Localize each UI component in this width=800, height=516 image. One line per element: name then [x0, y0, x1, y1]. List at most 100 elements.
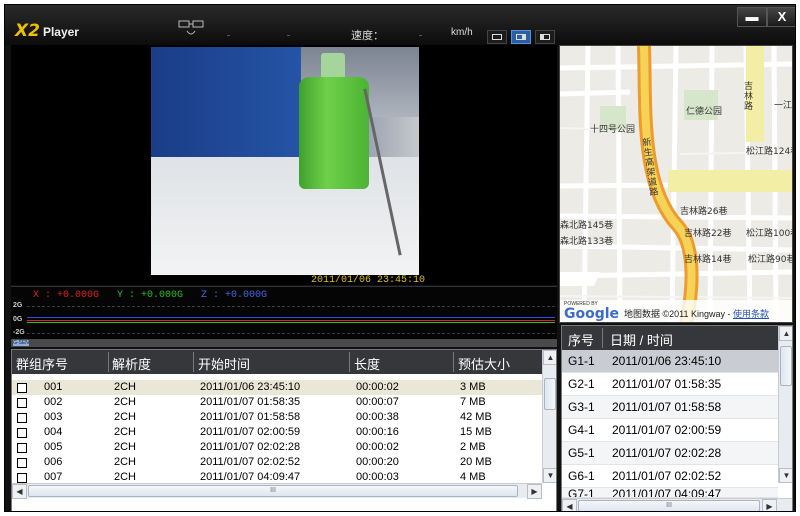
separator-dot: [419, 35, 422, 36]
event-datetime: 2011/01/07 02:02:52: [612, 469, 722, 483]
scroll-thumb[interactable]: [544, 378, 556, 410]
file-list-table: 群组序号 解析度 开始时间 长度 预估大小 001 2CH 2011/01/06…: [11, 349, 557, 511]
column-divider[interactable]: [349, 352, 350, 372]
g-series-y-line: [27, 322, 555, 323]
cell-group-no: 006: [44, 456, 63, 468]
scroll-up-button[interactable]: ▲: [543, 350, 556, 365]
event-row[interactable]: G2-1 2011/01/07 01:58:35: [562, 373, 778, 396]
map-terms-link[interactable]: 使用条款: [733, 309, 769, 319]
scroll-thumb[interactable]: [780, 346, 792, 386]
table-row[interactable]: 002 2CH 2011/01/07 01:58:35 00:00:07 7 M…: [12, 395, 542, 410]
scroll-left-button[interactable]: ◀: [562, 499, 577, 511]
cell-size: 2 MB: [460, 441, 486, 453]
cell-length: 00:00:20: [356, 456, 399, 468]
video-timestamp: 2011/01/06 23:45:10: [311, 275, 426, 286]
file-table-header: 群组序号 解析度 开始时间 长度 预估大小: [12, 350, 542, 374]
column-header-group-no[interactable]: 群组序号: [16, 354, 68, 373]
scroll-up-button[interactable]: ▲: [779, 326, 792, 341]
event-table-hscrollbar[interactable]: ◀ III ▶: [562, 498, 792, 511]
row-checkbox[interactable]: [17, 383, 27, 393]
app-logo: X2 Player: [15, 21, 79, 41]
scroll-right-button[interactable]: ▶: [762, 499, 777, 511]
g-sensor-scroll-thumb[interactable]: G-SEN: [13, 340, 29, 346]
row-checkbox[interactable]: [17, 428, 27, 438]
cell-start-time: 2011/01/07 02:00:59: [200, 426, 301, 438]
g-axis-top: 2G: [13, 302, 23, 309]
column-header-resolution[interactable]: 解析度: [112, 354, 151, 373]
column-header-event-no[interactable]: 序号: [568, 330, 594, 349]
column-divider[interactable]: [602, 328, 603, 348]
event-datetime: 2011/01/07 02:00:59: [612, 423, 722, 437]
event-row[interactable]: G1-1 2011/01/06 23:45:10: [562, 350, 778, 373]
table-row[interactable]: 006 2CH 2011/01/07 02:02:52 00:00:20 20 …: [12, 455, 542, 470]
event-table-vscrollbar[interactable]: ▲ ▼: [778, 326, 792, 483]
table-row[interactable]: 007 2CH 2011/01/07 04:09:47 00:00:03 4 M…: [12, 470, 542, 483]
event-id: G5-1: [568, 446, 595, 460]
scroll-down-button[interactable]: ▼: [543, 468, 556, 483]
g-grid-line: [27, 306, 555, 307]
row-checkbox[interactable]: [17, 458, 27, 468]
column-header-datetime[interactable]: 日期 / 时间: [610, 330, 673, 349]
cell-start-time: 2011/01/06 23:45:10: [200, 381, 301, 393]
g-axis-mid: 0G: [13, 316, 23, 323]
map-label: 十四号公园: [590, 125, 636, 135]
file-table-hscrollbar[interactable]: ◀ III ▶: [12, 483, 542, 499]
scroll-down-button[interactable]: ▼: [779, 468, 792, 483]
g-axis-bottom: -2G: [13, 329, 25, 336]
file-table-vscrollbar[interactable]: ▲ ▼: [542, 350, 556, 483]
event-row[interactable]: G6-1 2011/01/07 02:02:52: [562, 465, 778, 488]
cell-group-no: 002: [44, 396, 63, 408]
scroll-right-button[interactable]: ▶: [527, 484, 542, 499]
table-row[interactable]: 005 2CH 2011/01/07 02:02:28 00:00:02 2 M…: [12, 440, 542, 455]
layout-single-button[interactable]: [487, 30, 507, 44]
column-divider[interactable]: [453, 352, 454, 372]
scroll-thumb[interactable]: III: [28, 485, 518, 497]
column-divider[interactable]: [193, 352, 194, 372]
event-row[interactable]: G3-1 2011/01/07 01:58:58: [562, 396, 778, 419]
map-label: 松江路100巷: [746, 229, 792, 239]
speed-label: 速度：: [351, 30, 384, 42]
video-scene-bottle: [299, 77, 369, 189]
cell-group-no: 001: [44, 381, 63, 393]
g-sensor-scrollbar[interactable]: G-SEN: [11, 339, 557, 347]
cell-resolution: 2CH: [114, 396, 137, 408]
cell-group-no: 005: [44, 441, 63, 453]
table-row[interactable]: 003 2CH 2011/01/07 01:58:58 00:00:38 42 …: [12, 410, 542, 425]
column-divider[interactable]: [108, 352, 109, 372]
row-checkbox[interactable]: [17, 413, 27, 423]
event-id: G4-1: [568, 423, 595, 437]
event-id: G7-1: [568, 488, 595, 498]
cell-start-time: 2011/01/07 01:58:58: [200, 411, 301, 423]
title-bar: X2 Player 速度： km/h ▬ X: [5, 5, 795, 45]
table-row[interactable]: 004 2CH 2011/01/07 02:00:59 00:00:16 15 …: [12, 425, 542, 440]
column-header-size[interactable]: 预估大小: [458, 354, 510, 373]
row-checkbox[interactable]: [17, 443, 27, 453]
column-header-length[interactable]: 长度: [354, 354, 380, 373]
layout-dual-button[interactable]: [511, 30, 531, 44]
cell-size: 15 MB: [460, 426, 492, 438]
cell-group-no: 007: [44, 471, 63, 483]
event-row[interactable]: G4-1 2011/01/07 02:00:59: [562, 419, 778, 442]
player-window: X2 Player 速度： km/h ▬ X 2011/01/06 23:45:…: [4, 4, 796, 512]
minimize-button[interactable]: ▬: [737, 7, 767, 27]
cell-resolution: 2CH: [114, 471, 137, 483]
table-row[interactable]: 001 2CH 2011/01/06 23:45:10 00:00:02 3 M…: [12, 380, 542, 395]
scroll-left-button[interactable]: ◀: [12, 484, 27, 499]
event-datetime: 2011/01/07 01:58:58: [612, 400, 722, 414]
column-header-start-time[interactable]: 开始时间: [198, 354, 250, 373]
event-row[interactable]: G7-1 2011/01/07 04:09:47: [562, 488, 778, 498]
close-button[interactable]: X: [767, 7, 795, 27]
map-panel[interactable]: 十四号公园 仁德公园 吉林路 一江 新生高架道路 松江路124巷 吉林路26巷 …: [559, 45, 793, 323]
event-datetime: 2011/01/07 01:58:35: [612, 377, 722, 391]
scroll-thumb[interactable]: III: [578, 500, 760, 511]
event-list-table: 序号 日期 / 时间 G1-1 2011/01/06 23:45:10 G2-1…: [561, 325, 793, 511]
row-checkbox[interactable]: [17, 398, 27, 408]
map-label: 松江路124巷: [746, 147, 792, 157]
layout-pip-button[interactable]: [535, 30, 555, 44]
map-label: 吉林路14巷: [684, 255, 732, 265]
event-id: G6-1: [568, 469, 595, 483]
event-row[interactable]: G5-1 2011/01/07 02:02:28: [562, 442, 778, 465]
video-panel[interactable]: 2011/01/06 23:45:10: [11, 45, 557, 286]
cell-start-time: 2011/01/07 02:02:52: [200, 456, 301, 468]
row-checkbox[interactable]: [17, 473, 27, 483]
